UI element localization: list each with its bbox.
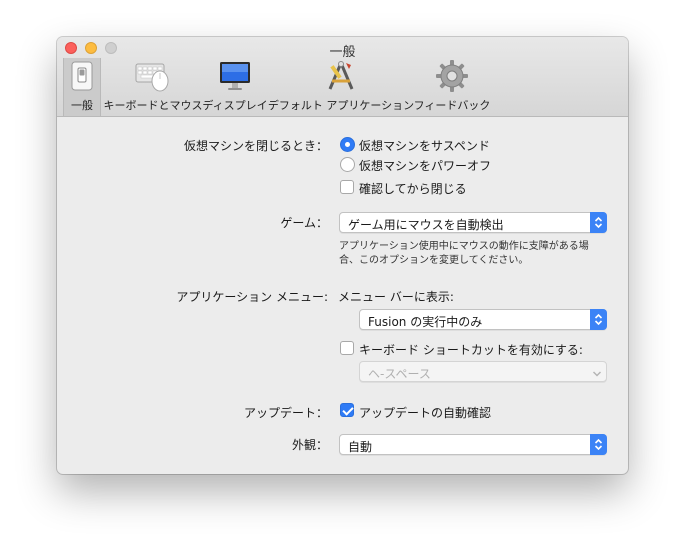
enable-shortcut-label: キーボード ショートカットを有効にする:: [359, 343, 583, 357]
power-off-vm-label: 仮想マシンをパワーオフ: [359, 159, 492, 173]
tab-feedback[interactable]: フィードバック: [414, 58, 490, 116]
tab-display-label: ディスプレイ: [202, 99, 268, 112]
tab-keyboard-mouse[interactable]: キーボードとマウス: [103, 58, 203, 116]
shortcut-key-select-value: ヘ-スペース: [368, 367, 431, 381]
auto-update-checkbox[interactable]: [340, 403, 354, 417]
default-applications-icon: [321, 58, 361, 94]
gear-icon: [432, 58, 472, 94]
appearance-label: 外観：: [291, 438, 328, 452]
game-mouse-select-value: ゲーム用にマウスを自動検出: [348, 218, 504, 232]
preferences-window: 一般 一般 キーボードとマウス ディスプレイ デフォルト アプリケーション フィ…: [57, 37, 628, 474]
game-mouse-select[interactable]: ゲーム用にマウスを自動検出: [339, 212, 607, 233]
menubar-display-select-value: Fusion の実行中のみ: [368, 315, 483, 329]
app-menu-label: アプリケーション メニュー:: [176, 290, 328, 304]
tab-default-applications-label: デフォルト アプリケーション: [267, 99, 415, 112]
shortcut-key-select: ヘ-スペース: [359, 361, 607, 382]
enable-shortcut-checkbox[interactable]: [340, 341, 354, 355]
tab-general-label: 一般: [71, 99, 93, 112]
titlebar: 一般 一般 キーボードとマウス ディスプレイ デフォルト アプリケーション フィ…: [57, 37, 628, 117]
confirm-before-close-checkbox[interactable]: [340, 180, 354, 194]
general-switch-icon: [62, 58, 102, 94]
chevron-up-down-icon: [590, 212, 607, 233]
tab-general[interactable]: 一般: [63, 58, 101, 116]
confirm-before-close-label: 確認してから閉じる: [359, 182, 467, 196]
chevron-up-down-icon: [590, 434, 607, 455]
tab-keyboard-mouse-label: キーボードとマウス: [103, 99, 203, 112]
tab-feedback-label: フィードバック: [413, 99, 491, 112]
tab-default-applications[interactable]: デフォルト アプリケーション: [267, 58, 415, 116]
display-icon: [215, 58, 255, 94]
power-off-vm-radio[interactable]: [340, 157, 355, 172]
appearance-select[interactable]: 自動: [339, 434, 607, 455]
appearance-select-value: 自動: [348, 440, 373, 454]
auto-update-label: アップデートの自動確認: [359, 406, 492, 420]
chevron-up-down-icon: [590, 309, 607, 330]
game-help-line-2: 合、このオプションを変更してください。: [339, 255, 529, 266]
tab-display[interactable]: ディスプレイ: [202, 58, 268, 116]
game-label: ゲーム：: [280, 216, 328, 230]
close-vm-label: 仮想マシンを閉じるとき：: [183, 139, 328, 153]
update-label: アップデート：: [243, 406, 328, 420]
suspend-vm-radio[interactable]: [340, 137, 355, 152]
keyboard-mouse-icon: [133, 58, 173, 94]
suspend-vm-label: 仮想マシンをサスペンド: [359, 139, 490, 153]
menubar-display-select[interactable]: Fusion の実行中のみ: [359, 309, 607, 330]
game-help-line-1: アプリケーション使用中にマウスの動作に支障がある場: [339, 241, 589, 252]
show-in-menubar-label: メニュー バーに表示:: [338, 290, 454, 304]
chevron-down-icon: [592, 367, 602, 381]
